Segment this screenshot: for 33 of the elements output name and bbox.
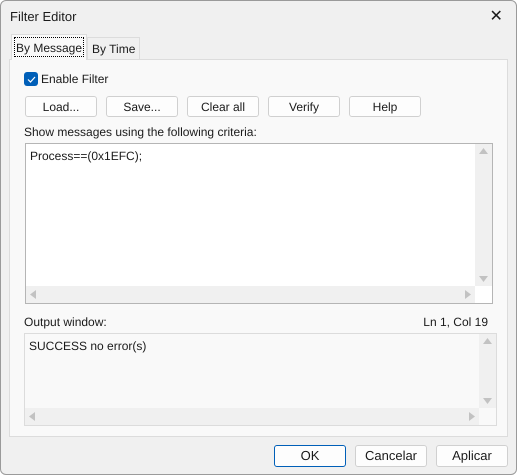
toolbar-button[interactable]: Save... bbox=[106, 96, 178, 117]
scroll-up-icon[interactable] bbox=[479, 148, 488, 154]
tab[interactable]: By Time bbox=[87, 37, 140, 59]
scroll-down-icon[interactable] bbox=[483, 398, 492, 404]
scroll-right-icon[interactable] bbox=[469, 412, 475, 421]
horizontal-scrollbar[interactable] bbox=[25, 408, 479, 425]
check-icon bbox=[26, 76, 36, 82]
window-title: Filter Editor bbox=[10, 8, 76, 26]
toolbar-button[interactable]: Clear all bbox=[187, 96, 259, 117]
criteria-label: Show messages using the following criteria: bbox=[24, 124, 258, 139]
dialog-button[interactable]: Cancelar bbox=[355, 445, 427, 467]
vertical-scrollbar[interactable] bbox=[475, 144, 492, 286]
tab[interactable]: By Message bbox=[11, 34, 88, 60]
toolbar-button[interactable]: Help bbox=[349, 96, 421, 117]
output-text: SUCCESS no error(s) bbox=[28, 338, 148, 355]
scroll-right-icon[interactable] bbox=[465, 290, 471, 299]
close-button[interactable]: ✕ bbox=[484, 5, 508, 29]
scroll-down-icon[interactable] bbox=[479, 276, 488, 282]
criteria-editor[interactable]: Process==(0x1EFC); bbox=[25, 143, 493, 304]
enable-filter-checkbox[interactable] bbox=[24, 72, 38, 86]
horizontal-scrollbar[interactable] bbox=[26, 286, 475, 303]
vertical-scrollbar[interactable] bbox=[479, 334, 496, 408]
toolbar-button[interactable]: Load... bbox=[25, 96, 97, 117]
enable-filter-label: Enable Filter bbox=[41, 71, 108, 88]
dialog-button[interactable]: OK bbox=[274, 445, 346, 467]
output-label: Output window: bbox=[24, 314, 107, 329]
toolbar-button[interactable]: Verify bbox=[268, 96, 340, 117]
criteria-text: Process==(0x1EFC); bbox=[29, 148, 144, 165]
scroll-up-icon[interactable] bbox=[483, 338, 492, 344]
cursor-position: Ln 1, Col 19 bbox=[423, 314, 488, 329]
dialog-button[interactable]: Aplicar bbox=[436, 445, 508, 467]
scroll-left-icon[interactable] bbox=[29, 412, 35, 421]
scroll-left-icon[interactable] bbox=[30, 290, 36, 299]
